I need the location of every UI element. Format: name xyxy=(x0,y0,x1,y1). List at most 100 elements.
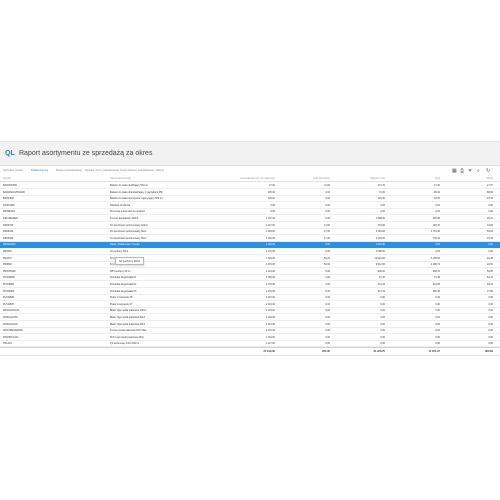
cell-net: 119,00 xyxy=(377,197,385,201)
cell-symbol: DZD0700 xyxy=(3,223,14,227)
cell-stock: 1 145,00 xyxy=(265,309,275,313)
cell-stock: 105,00 xyxy=(267,190,275,194)
tab-dodaj-kolumne[interactable]: Dodaj kolumnę xyxy=(31,166,48,176)
total-sold: 221,00 xyxy=(322,350,330,353)
cell-sold: 0,00 xyxy=(325,322,330,326)
print-icon[interactable]: ⎙ xyxy=(460,166,464,176)
cell-symbol: PR0300 xyxy=(3,250,12,253)
table-row[interactable]: PUVIMM7 Puder w kamieniu 07 1 140,00 0,00 0,… xyxy=(0,302,500,308)
table-row[interactable]: WOBLACK30 Black Tiger woda toaletowa 30ml… xyxy=(0,322,500,328)
col-symbol[interactable]: Symbol xyxy=(3,177,11,180)
cell-profit: 0,00 xyxy=(435,302,440,306)
table-row[interactable]: DZD0320 Sz dezodorant perfumowany 50ml 1 1… xyxy=(0,229,500,236)
cell-name: Tył perfumowy 13ml 400 ml xyxy=(110,342,140,346)
cell-net: 1 008,00 xyxy=(375,250,385,253)
search-icon[interactable]: ⌕ xyxy=(477,166,480,176)
cell-name: Dostawa do klienta xyxy=(110,203,131,207)
cell-margin: -27,67 xyxy=(486,184,493,187)
cell-sold: 5,00 xyxy=(325,289,330,293)
table-row[interactable]: WOPINKLA03 Pink Lava woda toaletowa 15ml 1… xyxy=(0,335,500,341)
tooltip: Sz perfumy 30ml xyxy=(115,257,144,265)
cell-net: 617,54 xyxy=(377,289,385,293)
table-row[interactable]: DZFORESEN Forever dezodorant 100ml 1 107,0… xyxy=(0,216,500,222)
cell-profit: 735,13 xyxy=(432,236,440,240)
table-row[interactable]: PROMOZA Promocja w kremach za uszkodz 0,00… xyxy=(0,209,500,216)
table-row[interactable]: DZD0320 Sz dezodorant perfumowany 50ml 1 1… xyxy=(0,236,500,242)
table-row[interactable]: PR04L2015 Pasta / Reklamowe / Kredki 1 140… xyxy=(0,242,500,249)
cell-net: 0,00 xyxy=(380,203,385,207)
table-row[interactable]: BAVARIAULTRA200 Balsam do ciała ultranawi… xyxy=(0,190,500,196)
cell-margin: 0,00 xyxy=(488,335,493,339)
tab-wiecej[interactable]: Wiecej xyxy=(156,166,164,176)
cell-stock: 1 140,00 xyxy=(265,236,275,240)
cell-net: 0,00 xyxy=(380,309,385,313)
col-margin[interactable]: Marża xyxy=(486,177,493,180)
table-row[interactable]: PR0890Sz perfumy 50ml1 415,0053,009 912,… xyxy=(0,262,500,269)
refresh-icon[interactable]: ↻ xyxy=(486,166,490,176)
table-row[interactable]: PR0370Sz perfumy 50ml1 149,0056,0012 910… xyxy=(0,256,500,262)
cell-profit: 425,90 xyxy=(432,217,440,220)
table-row[interactable]: BAVIK500 Balsam do ciała intensywnie rege… xyxy=(0,196,500,203)
tab-sprzedaz[interactable]: Sprzedaż (ściśle) xyxy=(3,166,23,176)
filter-icon[interactable]: ⏷ xyxy=(468,166,472,176)
col-name[interactable]: Nazwa asortymentu xyxy=(110,177,131,180)
cell-profit: 0,00 xyxy=(435,210,440,214)
tab-miejsca[interactable]: Miejsca (standardowe) xyxy=(56,166,82,176)
cell-sold: 0,00 xyxy=(325,309,330,313)
cell-net: 1 688,00 xyxy=(375,217,385,220)
cell-stock: 1 113,00 xyxy=(265,269,275,273)
cell-symbol: DZD0320 xyxy=(3,236,14,240)
table-row[interactable]: DOSTAWA Dostawa do klienta 0,00 0,00 0,00 0,0… xyxy=(0,203,500,209)
table-row[interactable]: DZD0700 Sz dezodorant perfumowany 100ml 1 … xyxy=(0,223,500,229)
cell-symbol: PUVIMM6 xyxy=(3,296,14,300)
grid-icon[interactable]: ▦ xyxy=(452,166,457,176)
cell-profit: 212,85 xyxy=(432,283,440,286)
cell-stock: 1 148,00 xyxy=(265,230,275,234)
cell-name: Sz perfumy 30ml xyxy=(110,250,128,253)
table-row[interactable]: POVIMM2 Pomadka długotrwała 02 1 175,00 2,0… xyxy=(0,282,500,288)
cell-name: Balsam do ciała intensywnie regenerujący… xyxy=(110,197,163,201)
cell-sold: 6,00 xyxy=(325,197,330,201)
table-row[interactable]: WOFOREVER150 Forever woda toaletowa 15ml … xyxy=(0,328,500,335)
table-row[interactable]: PUVIMM6 Puder w kamieniu 08 1 115,00 0,00 0,… xyxy=(0,295,500,302)
cell-margin: 0,00 xyxy=(488,322,493,326)
col-profit[interactable]: Zysk xyxy=(435,177,440,180)
table-row[interactable]: POVIMM3 Pomadka długotrwała 03 1 475,00 5,0… xyxy=(0,289,500,295)
tab-grupa[interactable]: Grupa (Towary (standardowe) xyxy=(120,166,154,176)
cell-net: 0,00 xyxy=(380,335,385,339)
table-row[interactable]: PRINT5000 WPt perfumy 50 ml 1 113,00 5,00 90… xyxy=(0,269,500,275)
table-row[interactable]: PR0300 Sz perfumy 30ml 1 170,00 0,00 1 008,0… xyxy=(0,249,500,255)
col-sold[interactable]: Ilość sprzedana xyxy=(313,177,330,180)
col-net[interactable]: Wartość netto xyxy=(370,177,385,180)
table-row[interactable]: WORLACK100 Black Tiger woda toaletowa 100… xyxy=(0,308,500,315)
cell-stock: 100,00 xyxy=(267,197,275,201)
table-row[interactable]: WOBLACK50 Black Tiger woda toaletowa 50ml… xyxy=(0,315,500,321)
cell-profit: 3 159,54 xyxy=(430,256,440,260)
cell-margin: 22,56 xyxy=(487,263,493,267)
table-row[interactable]: POVIMMIX Pomadka długotrwała 01 1 159,00 1,… xyxy=(0,275,500,282)
cell-margin: 64,24 xyxy=(487,283,493,286)
cell-net: 0,00 xyxy=(380,210,385,214)
cell-profit: 458,70 xyxy=(432,269,440,273)
cell-margin: 50,85 xyxy=(487,269,493,273)
cell-stock: 1 170,00 xyxy=(265,250,275,253)
cell-symbol: DZD0320 xyxy=(3,230,14,234)
table-row[interactable]: BAVARIA500 Balsam do ciała nawilżający 50… xyxy=(0,183,500,189)
cell-margin: 0,00 xyxy=(488,210,493,214)
cell-sold: 17,00 xyxy=(324,236,330,240)
cell-name: Pasta / Reklamowe / Kredki xyxy=(110,243,140,247)
cell-stock: 0,00 xyxy=(270,203,275,207)
tab-wybierz[interactable]: Wybierz (Tenis (standardowe) xyxy=(85,166,119,176)
cell-profit: 0,00 xyxy=(435,322,440,326)
cell-profit: 0,00 xyxy=(435,243,440,247)
cell-stock: 1 147,00 xyxy=(265,342,275,346)
cell-net: 416,66 xyxy=(377,223,385,227)
col-stock[interactable]: Jednostkowa ilość na magazynie xyxy=(240,177,275,180)
cell-name: Forever dezodorant 100ml xyxy=(110,217,139,220)
cell-symbol: TRLA18 xyxy=(3,342,12,346)
cell-stock: 1 475,00 xyxy=(265,289,275,293)
cell-sold: 4,00 xyxy=(325,190,330,194)
total-quantity: 27 190,00 xyxy=(263,350,275,353)
cell-symbol: BAVARIA500 xyxy=(3,184,17,187)
ql-logo: QL xyxy=(5,150,15,157)
